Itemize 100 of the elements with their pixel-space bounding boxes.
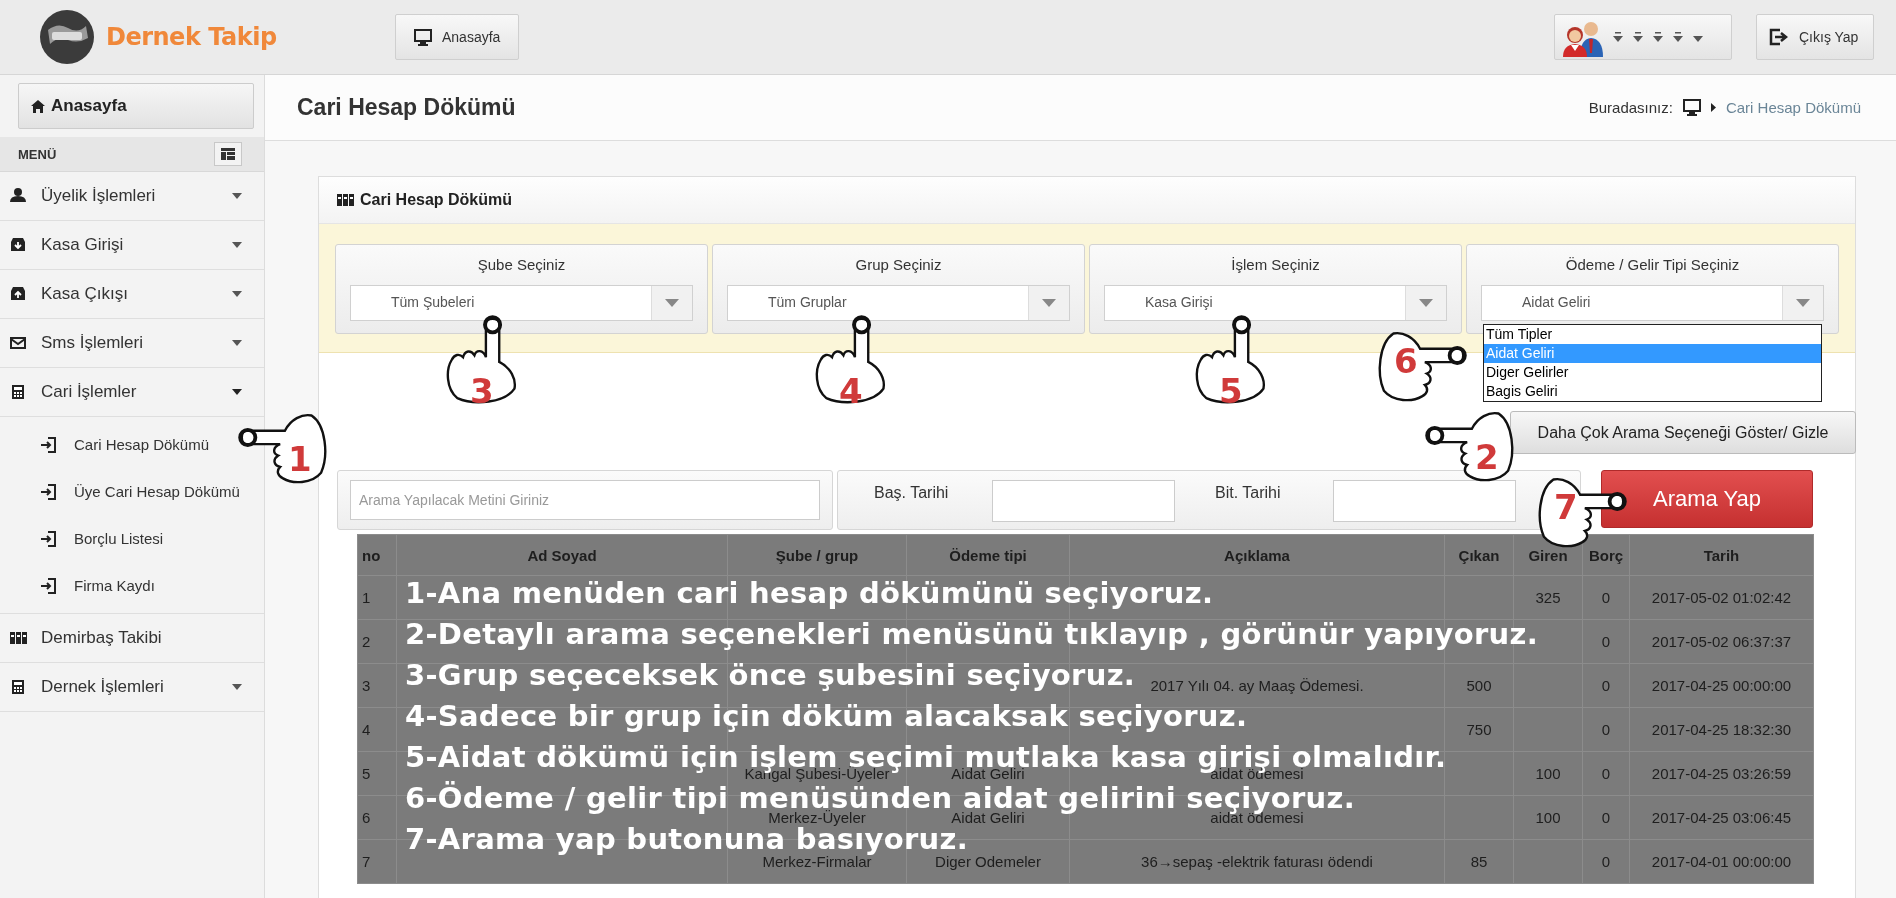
- caret-down-icon: [1796, 299, 1810, 307]
- instruction-text: 3-Grup seçeceksek önce şubesini seçiyoruz.: [405, 660, 1136, 690]
- date-label: Baş. Tarihi: [874, 483, 950, 502]
- step-number: 5: [1219, 374, 1243, 408]
- date-label: Bit. Tarihi: [1215, 483, 1282, 502]
- calculator-icon: [10, 679, 27, 695]
- column-header: Çıkan: [1444, 534, 1514, 576]
- table-cell: 0: [1582, 707, 1630, 752]
- page-title: Cari Hesap Dökümü: [297, 94, 516, 121]
- table-cell: 2017-04-25 03:06:45: [1629, 795, 1814, 840]
- inbox-down-icon: [10, 237, 27, 253]
- table-cell: 7: [357, 839, 397, 884]
- column-header: Tarih: [1629, 534, 1814, 576]
- dropdown-option[interactable]: Bagis Geliri: [1484, 382, 1821, 401]
- table-cell: 0: [1582, 575, 1630, 620]
- sidebar-toggle-button[interactable]: [214, 142, 242, 166]
- dropdown-select[interactable]: Tüm Gruplar: [727, 285, 1070, 321]
- date-input[interactable]: [1333, 480, 1516, 522]
- caret-right-icon: [1710, 103, 1716, 112]
- exit-icon: [1769, 28, 1789, 46]
- instruction-text: 1-Ana menüden cari hesap dökümünü seçiyoruz.: [405, 578, 1214, 608]
- globe-logo-icon: [38, 8, 96, 66]
- sign-in-icon: [40, 436, 56, 453]
- sidebar-menu-item[interactable]: Kasa Girişi: [0, 221, 264, 270]
- table-cell: 0: [1582, 619, 1630, 664]
- dropdown-select[interactable]: Aidat Geliri: [1481, 285, 1824, 321]
- menu-heading: MENÜ: [18, 146, 57, 162]
- step-number: 2: [1475, 440, 1499, 474]
- search-input[interactable]: Arama Yapılacak Metini Giriniz: [350, 480, 820, 520]
- search-button[interactable]: Arama Yap: [1601, 470, 1813, 528]
- table-cell: 36→sepaş -elektrik faturası ödendi: [1069, 839, 1445, 884]
- table-cell: 0: [1582, 663, 1630, 708]
- sidebar-home-button[interactable]: Anasayfa: [18, 83, 254, 129]
- table-cell: 0: [1582, 795, 1630, 840]
- envelope-icon: [10, 335, 27, 351]
- caret-down-icon: [665, 299, 679, 307]
- table-cell: 750: [1444, 707, 1514, 752]
- sign-in-icon: [40, 577, 56, 594]
- layout-icon: [221, 148, 235, 160]
- table-cell: 500: [1444, 663, 1514, 708]
- table-cell: 85: [1444, 839, 1514, 884]
- step-number: 1: [288, 442, 312, 476]
- submenu-item[interactable]: Firma Kaydı: [0, 562, 264, 609]
- caret-down-icon: [1419, 299, 1433, 307]
- dropdown-select[interactable]: Tüm Şubeleri: [350, 285, 693, 321]
- binders-icon: [337, 192, 354, 208]
- instruction-text: 2-Detaylı arama seçenekleri menüsünü tıklayıp , görünür yapıyoruz.: [405, 619, 1538, 649]
- more-options-button[interactable]: Daha Çok Arama Seçeneği Göster/ Gizle: [1510, 411, 1856, 454]
- table-cell: 2017-05-02 01:02:42: [1629, 575, 1814, 620]
- breadcrumb-link[interactable]: Cari Hesap Dökümü: [1725, 99, 1861, 116]
- instruction-text: 4-Sadece bir grup için döküm alacaksak seçiyoruz.: [405, 701, 1248, 731]
- caret-down-icon: [1042, 299, 1056, 307]
- sidebar-menu-item[interactable]: Sms İşlemleri: [0, 319, 264, 368]
- app-logo-text: Dernek Takip: [106, 23, 277, 51]
- logout-button[interactable]: Çıkış Yap: [1756, 14, 1874, 60]
- step-number: 7: [1554, 490, 1578, 524]
- table-cell: 0: [1582, 839, 1630, 884]
- filter-label: Şube Seçiniz: [476, 256, 567, 273]
- breadcrumb-label: Buradasınız:: [1588, 99, 1673, 116]
- dropdown-option[interactable]: Tüm Tipler: [1484, 325, 1821, 344]
- panel-title: Cari Hesap Dökümü: [360, 191, 513, 209]
- table-cell: 2017-04-01 00:00:00: [1629, 839, 1814, 884]
- table-cell: 5: [357, 751, 397, 796]
- sidebar-menu-item[interactable]: Cari İşlemler: [0, 368, 264, 417]
- table-cell: 100: [1513, 751, 1583, 796]
- binders-icon: [10, 630, 27, 646]
- column-header: no: [357, 534, 397, 576]
- table-cell: 4: [357, 707, 397, 752]
- table-cell: 6: [357, 795, 397, 840]
- filter-label: Ödeme / Gelir Tipi Seçiniz: [1564, 256, 1741, 273]
- submenu-item[interactable]: Borçlu Listesi: [0, 515, 264, 562]
- step-number: 4: [839, 374, 863, 408]
- table-cell: 2017-04-25 18:32:30: [1629, 707, 1814, 752]
- column-header: Şube / grup: [727, 534, 907, 576]
- date-input[interactable]: [992, 480, 1175, 522]
- table-cell: 100: [1513, 795, 1583, 840]
- table-cell: 3: [357, 663, 397, 708]
- table-cell: 2017-04-25 00:00:00: [1629, 663, 1814, 708]
- column-header: Açıklama: [1069, 534, 1445, 576]
- table-cell: 2017-05-02 06:37:37: [1629, 619, 1814, 664]
- house-icon: [31, 99, 45, 113]
- column-header: Ad Soyad: [396, 534, 728, 576]
- step-number: 6: [1394, 344, 1418, 378]
- dropdown-option[interactable]: Diger Gelirler: [1484, 363, 1821, 382]
- person-icon: [10, 188, 27, 204]
- table-cell: 325: [1513, 575, 1583, 620]
- user-menu-button[interactable]: [1554, 14, 1732, 60]
- sidebar-menu-item[interactable]: Dernek İşlemleri: [0, 663, 264, 712]
- submenu-item[interactable]: Cari Hesap Dökümü: [0, 421, 264, 468]
- table-cell: 1: [357, 575, 397, 620]
- sidebar-menu-item[interactable]: Kasa Çıkışı: [0, 270, 264, 319]
- sidebar-menu-item[interactable]: Demirbaş Takibi: [0, 614, 264, 663]
- submenu-item[interactable]: Üye Cari Hesap Dökümü: [0, 468, 264, 515]
- table-cell: 2017-04-25 03:26:59: [1629, 751, 1814, 796]
- column-header: Ödeme tipi: [906, 534, 1070, 576]
- table-cell: 2: [357, 619, 397, 664]
- dropdown-select[interactable]: Kasa Girişi: [1104, 285, 1447, 321]
- monitor-icon: [414, 28, 432, 46]
- sidebar-menu-item[interactable]: Üyelik İşlemleri: [0, 172, 264, 221]
- home-button[interactable]: Anasayfa: [395, 14, 520, 60]
